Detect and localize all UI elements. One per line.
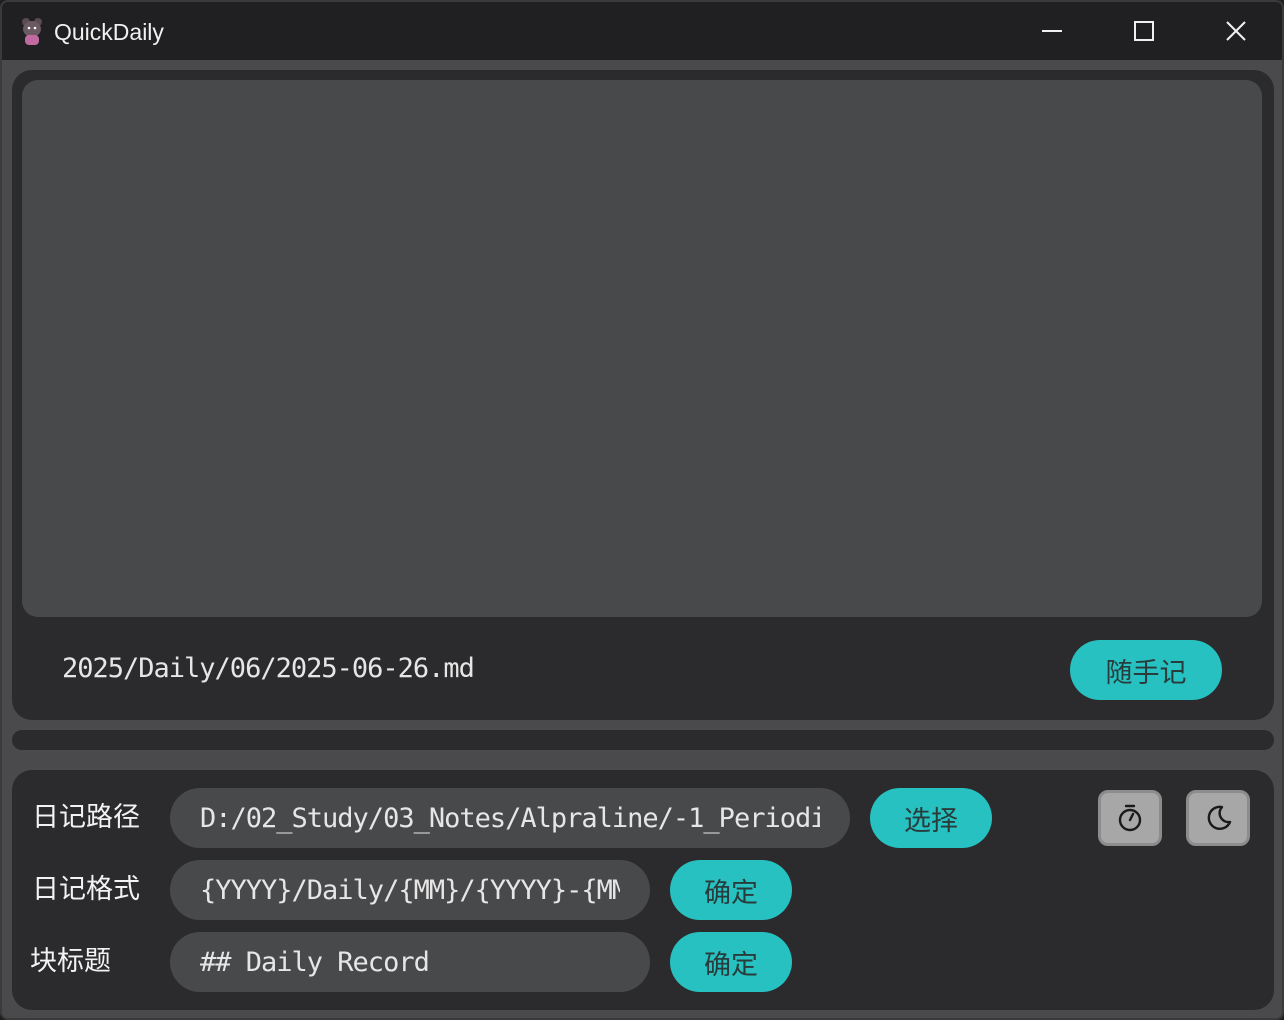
splitter-handle[interactable] <box>12 730 1274 750</box>
block-title-label: 块标题 <box>30 946 111 977</box>
bear-app-icon <box>20 16 44 46</box>
minimize-button[interactable] <box>1006 2 1098 60</box>
title-bar[interactable]: QuickDaily <box>2 2 1282 60</box>
close-button[interactable] <box>1190 2 1282 60</box>
confirm-block-title-button[interactable]: 确定 <box>670 932 792 992</box>
timer-button[interactable] <box>1098 790 1162 846</box>
maximize-button[interactable] <box>1098 2 1190 60</box>
note-editor[interactable] <box>22 80 1262 617</box>
app-title: QuickDaily <box>54 19 164 45</box>
diary-format-label: 日记格式 <box>32 874 140 905</box>
confirm-format-button[interactable]: 确定 <box>670 860 792 920</box>
minimize-icon <box>1042 30 1062 32</box>
diary-path-label: 日记路径 <box>32 802 140 833</box>
maximize-icon <box>1134 21 1154 41</box>
current-file-path: 2025/Daily/06/2025-06-26.md <box>62 653 475 684</box>
note-panel: 2025/Daily/06/2025-06-26.md 随手记 <box>12 70 1274 720</box>
diary-path-input[interactable]: D:/02_Study/03_Notes/Alpraline/-1_Period… <box>170 788 850 848</box>
app-window: QuickDaily 2025/Daily/06/2025-06-26.md 随… <box>0 0 1284 1020</box>
close-icon <box>1226 21 1246 41</box>
diary-format-input[interactable]: {YYYY}/Daily/{MM}/{YYYY}-{MM <box>170 860 650 920</box>
dark-mode-button[interactable] <box>1186 790 1250 846</box>
diary-path-value: D:/02_Study/03_Notes/Alpraline/-1_Period… <box>200 802 820 834</box>
quick-note-button[interactable]: 随手记 <box>1070 640 1222 700</box>
moon-icon <box>1207 805 1232 830</box>
block-title-input[interactable]: ## Daily Record <box>170 932 650 992</box>
timer-icon <box>1118 804 1142 832</box>
diary-format-value: {YYYY}/Daily/{MM}/{YYYY}-{MM <box>200 874 620 906</box>
settings-panel: 日记路径 D:/02_Study/03_Notes/Alpraline/-1_P… <box>12 770 1274 1010</box>
block-title-value: ## Daily Record <box>200 946 429 978</box>
select-path-button[interactable]: 选择 <box>870 788 992 848</box>
